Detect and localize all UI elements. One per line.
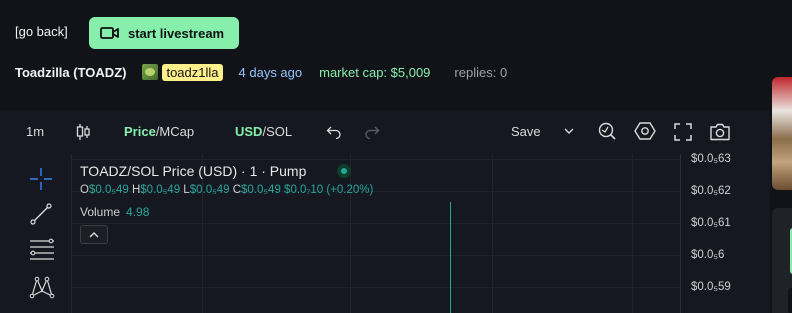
replies-count: replies: 0 xyxy=(454,64,508,80)
grid-line xyxy=(72,223,680,224)
price-tick: $0.0₅62 xyxy=(691,185,731,197)
creator-avatar xyxy=(142,64,159,80)
amount-input-edge[interactable] xyxy=(788,288,792,313)
chart-plot-area[interactable]: TOADZ/SOL Price (USD) · 1 · Pump O$0.0₅4… xyxy=(72,154,680,313)
go-back-link[interactable]: [go back] xyxy=(15,24,68,39)
usd-option[interactable]: USD xyxy=(235,124,262,139)
coin-info-row: Toadzilla (TOADZ) toadz1lla 4 days ago m… xyxy=(15,63,507,81)
market-cap: market cap: $5,009 xyxy=(319,64,431,80)
creator-name[interactable]: toadz1lla xyxy=(162,63,223,81)
price-chart[interactable]: 1m Price/MCap USD/SOL Save TOADZ/SOL Pri… xyxy=(0,110,770,313)
trade-panel-edge xyxy=(772,208,792,313)
grid-line xyxy=(72,159,680,160)
crosshair-icon[interactable] xyxy=(29,167,53,196)
redo-icon[interactable] xyxy=(364,125,380,139)
save-button[interactable]: Save xyxy=(511,124,541,139)
grid-line xyxy=(492,154,493,313)
grid-line xyxy=(72,287,680,288)
drawing-toolbar xyxy=(0,154,72,313)
market-status-icon xyxy=(337,164,351,178)
price-axis[interactable]: $0.0₅63 $0.0₅62 $0.0₅61 $0.0₅6 $0.0₅59 xyxy=(680,153,770,313)
undo-icon[interactable] xyxy=(326,125,342,139)
ohlc-readout: O$0.0₅49 H$0.0₅49 L$0.0₅49 C$0.0₅49 $0.0… xyxy=(80,184,374,196)
volume-readout: Volume 4.98 xyxy=(80,205,150,219)
currency-toggle[interactable]: USD/SOL xyxy=(235,124,292,139)
indicator-icon[interactable] xyxy=(597,121,617,141)
price-tick: $0.0₅63 xyxy=(691,153,731,165)
video-camera-icon xyxy=(100,27,119,39)
start-livestream-button[interactable]: start livestream xyxy=(89,17,239,49)
chart-title: TOADZ/SOL Price (USD) · 1 · Pump xyxy=(80,163,307,179)
camera-icon[interactable] xyxy=(709,123,731,141)
volume-bar xyxy=(450,202,451,313)
candlestick-icon[interactable] xyxy=(76,123,90,141)
pattern-icon[interactable] xyxy=(29,275,55,304)
interval-button[interactable]: 1m xyxy=(26,124,44,139)
grid-line xyxy=(632,154,633,313)
price-mcap-toggle[interactable]: Price/MCap xyxy=(124,124,194,139)
creator[interactable]: toadz1lla xyxy=(142,63,223,81)
price-option[interactable]: Price xyxy=(124,124,156,139)
grid-line xyxy=(72,255,680,256)
fib-icon[interactable] xyxy=(29,238,55,265)
chevron-down-icon[interactable] xyxy=(564,127,574,135)
collapse-legend-button[interactable] xyxy=(80,225,108,244)
start-livestream-label: start livestream xyxy=(128,25,225,41)
coin-image-thumbnail[interactable] xyxy=(772,77,792,190)
grid-line xyxy=(350,154,351,313)
price-tick: $0.0₅61 xyxy=(691,217,731,229)
trendline-icon[interactable] xyxy=(29,202,53,231)
coin-name: Toadzilla (TOADZ) xyxy=(15,64,127,80)
settings-icon[interactable] xyxy=(634,121,656,141)
chevron-up-icon xyxy=(89,232,99,238)
created-ago: 4 days ago xyxy=(238,64,303,80)
chart-toolbar: 1m Price/MCap USD/SOL Save xyxy=(0,110,770,154)
fullscreen-icon[interactable] xyxy=(674,123,692,141)
price-tick: $0.0₅6 xyxy=(691,249,725,261)
mcap-option[interactable]: /MCap xyxy=(156,124,194,139)
sol-option[interactable]: /SOL xyxy=(262,124,292,139)
price-tick: $0.0₅59 xyxy=(691,281,731,293)
